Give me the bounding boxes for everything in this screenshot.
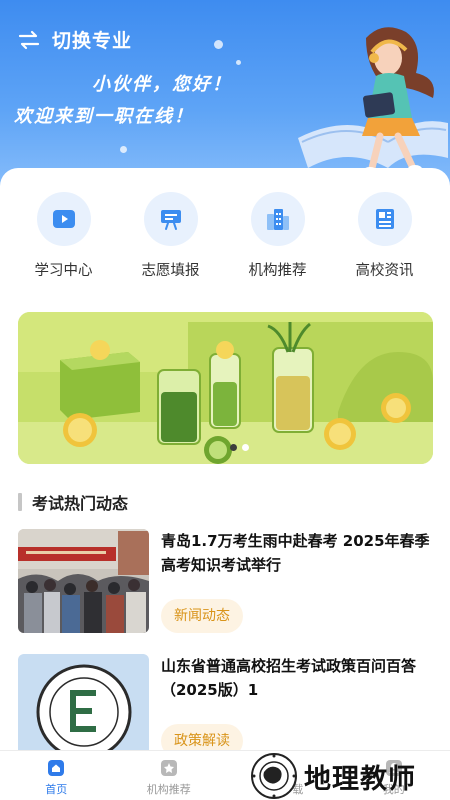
quick-item-institution-recommend[interactable]: 机构推荐 [224,192,331,280]
switch-major-button[interactable]: 切换专业 [18,26,132,53]
reading-girl-illustration [298,27,448,175]
home-icon [48,760,65,776]
quick-icon-wrap [143,192,198,246]
nav-label: 首页 [45,783,68,796]
news-title[interactable]: 青岛1.7万考生雨中赴春考 2025年春季高考知识考试举行 [161,529,436,577]
nav-label: 机构推荐 [146,783,191,796]
decor-dot [214,40,223,49]
quick-label: 志愿填报 [141,263,200,279]
swap-icon [18,30,40,49]
quick-item-college-news[interactable]: 高校资讯 [331,192,438,280]
watermark: 地理教师 [250,752,450,800]
banner-illustration [18,312,433,464]
section-title: 考试热门动态 [18,490,128,514]
news-thumbnail-seal [18,654,149,758]
watermark-text: 地理教师 [304,763,416,795]
section-marker [18,493,22,511]
switch-major-label: 切换专业 [52,30,133,52]
news-thumbnail-crowd [18,529,149,633]
quick-label: 高校资讯 [355,263,414,279]
quick-label: 机构推荐 [248,263,307,279]
carousel-dot-active[interactable] [230,444,237,451]
promo-banner-carousel[interactable] [18,312,433,464]
play-icon [52,210,75,228]
news-title[interactable]: 山东省普通高校招生考试政策百问百答 （2025版）1 [161,654,436,702]
main-card: 学习中心 志愿填报 机构推荐 高校资讯 考试热门动态 青岛1.7万考生雨中赴春考… [0,168,450,800]
quick-menu: 学习中心 志愿填报 机构推荐 高校资讯 [0,192,450,280]
quick-icon-wrap [250,192,305,246]
decor-dot [120,146,127,153]
decor-dot [236,60,241,65]
quick-icon-wrap [357,192,412,246]
presentation-icon [160,210,181,230]
carousel-dot[interactable] [242,444,249,451]
greeting-line-1: 小伙伴，您好！ [92,74,232,95]
section-title-text: 考试热门动态 [32,494,129,513]
globe-seal-icon [251,753,297,799]
building-icon [266,209,289,230]
quick-item-study-center[interactable]: 学习中心 [10,192,117,280]
greeting-line-2: 欢迎来到一职在线！ [14,106,194,127]
quick-label: 学习中心 [34,263,93,279]
news-item[interactable]: 山东省普通高校招生考试政策百问百答 （2025版）1 政策解读 [18,654,433,758]
badge-icon [160,760,177,776]
quick-icon-wrap [36,192,91,246]
nav-item-institution[interactable]: 机构推荐 [113,751,226,800]
newspaper-icon [375,209,394,229]
news-tag[interactable]: 新闻动态 [161,599,243,633]
nav-item-home[interactable]: 首页 [0,751,113,800]
quick-item-volunteer-fill[interactable]: 志愿填报 [117,192,224,280]
news-item[interactable]: 青岛1.7万考生雨中赴春考 2025年春季高考知识考试举行 新闻动态 [18,529,433,633]
